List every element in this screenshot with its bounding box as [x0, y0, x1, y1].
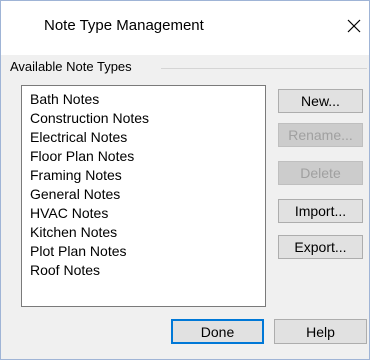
list-item[interactable]: Framing Notes [30, 166, 122, 184]
group-divider [161, 68, 367, 69]
done-button[interactable]: Done [171, 319, 264, 344]
title-bar: Note Type Management [1, 1, 369, 55]
delete-button[interactable]: Delete [278, 161, 363, 185]
note-types-list[interactable]: Bath Notes Construction Notes Electrical… [21, 85, 266, 307]
help-button[interactable]: Help [274, 319, 367, 344]
close-icon [347, 19, 361, 33]
close-button[interactable] [339, 11, 369, 41]
import-button[interactable]: Import... [278, 199, 363, 223]
list-item[interactable]: Bath Notes [30, 90, 99, 108]
list-item[interactable]: General Notes [30, 185, 120, 203]
list-item[interactable]: Plot Plan Notes [30, 242, 127, 260]
list-item[interactable]: Roof Notes [30, 261, 100, 279]
list-item[interactable]: Kitchen Notes [30, 223, 117, 241]
available-note-types-label: Available Note Types [10, 59, 132, 74]
list-item[interactable]: Floor Plan Notes [30, 147, 134, 165]
note-type-management-dialog: Note Type Management Available Note Type… [0, 0, 370, 360]
rename-button[interactable]: Rename... [278, 123, 363, 147]
export-button[interactable]: Export... [278, 235, 363, 259]
new-button[interactable]: New... [278, 89, 363, 113]
dialog-title: Note Type Management [44, 17, 204, 34]
list-item[interactable]: Electrical Notes [30, 128, 127, 146]
list-item[interactable]: HVAC Notes [30, 204, 108, 222]
list-item[interactable]: Construction Notes [30, 109, 149, 127]
